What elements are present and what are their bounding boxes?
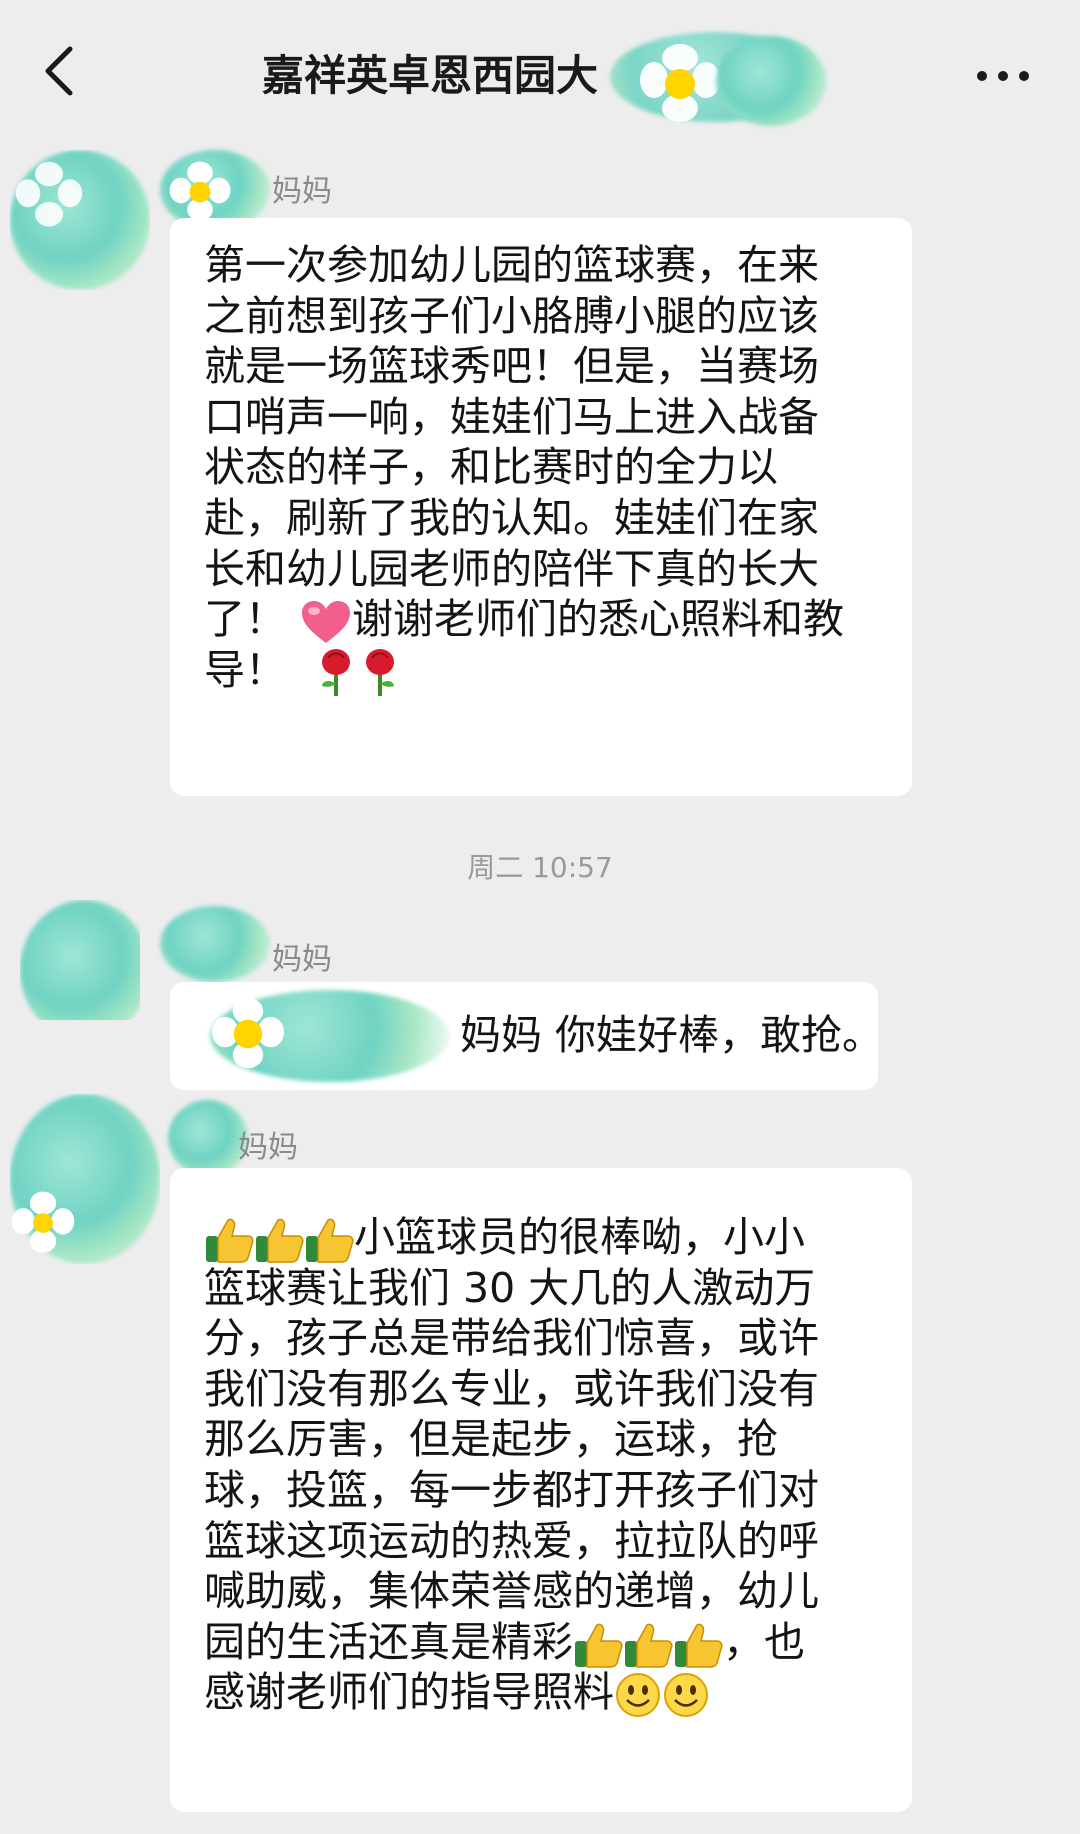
privacy-blur [160,906,270,982]
message-line: 长和幼儿园老师的陪伴下真的长大 [204,544,819,593]
thumbs-up-emoji [625,1623,673,1668]
thumbs-up-emoji [206,1218,254,1263]
privacy-blur [168,1100,248,1176]
message-line: 分，孩子总是带给我们惊喜，或许 [204,1314,819,1363]
message-line: 赴，刷新了我的认知。娃娃们在家 [204,493,819,542]
message-line-with-emoji: 感谢老师们的指导照料 [204,1667,880,1718]
message-line: 之前想到孩子们小胳膊小腿的应该 [204,291,819,340]
thumbs-up-emoji [256,1218,304,1263]
message-line: 篮球这项运动的热爱，拉拉队的呼 [204,1516,819,1565]
more-options-button[interactable] [968,56,1038,96]
message-line: 喊助威，集体荣誉感的递增，幼儿 [204,1567,819,1616]
privacy-flower-sticker [169,161,231,221]
thumbs-up-emoji [306,1218,354,1263]
avatar[interactable] [10,1094,160,1264]
message-line-with-emoji: 园的生活还真是精彩 ，也 [204,1617,880,1668]
privacy-flower-sticker [640,44,720,122]
message-text: 园的生活还真是精彩 [204,1617,573,1666]
chat-title: 嘉祥英卓恩西园大 [262,51,599,100]
rose-emoji [366,648,394,696]
message-text: 小篮球员的很棒呦，小小 [354,1213,805,1261]
smile-emoji [664,1673,708,1718]
smile-emoji [616,1673,660,1718]
message-text: 妈妈 你娃好棒，敢抢。 [460,1011,884,1059]
message-bubble[interactable]: 第一次参加幼儿园的篮球赛，在来 之前想到孩子们小胳膊小腿的应该 就是一场篮球秀吧… [170,218,912,796]
message-line: 第一次参加幼儿园的篮球赛，在来 [204,241,819,289]
avatar[interactable] [20,900,140,1020]
chat-header: 嘉祥英卓恩西园大 [0,0,1080,140]
message-timestamp: 周二 10:57 [467,851,613,884]
message-line: 篮球赛让我们 30 大几的人激动万 [204,1263,816,1312]
message-text: 谢谢老师们的悉心照料和教 [352,595,844,644]
back-button[interactable] [30,36,90,106]
message-text: 了！ [204,595,286,644]
avatar[interactable] [10,150,150,290]
sender-name: 妈妈 [272,942,332,977]
message-line-with-emoji: 小篮球员的很棒呦，小小 [204,1212,880,1263]
message-line: 就是一场篮球秀吧！但是，当赛场 [204,342,819,391]
message-text: ，也 [723,1617,805,1666]
message-line: 我们没有那么专业，或许我们没有 [204,1364,819,1413]
avatar-flower-sticker [11,1191,75,1253]
thumbs-up-emoji [675,1623,723,1668]
privacy-blur [716,36,826,126]
message-line-with-emoji: 了！ 谢谢老师们的悉心照料和教 [204,594,880,645]
privacy-flower-sticker [211,997,285,1069]
message-line: 状态的样子，和比赛时的全力以 [204,443,778,492]
message-text: 感谢老师们的指导照料 [204,1668,614,1717]
sender-name: 妈妈 [238,1130,298,1165]
chevron-left-icon [45,46,73,96]
message-line: 那么厉害，但是起步，运球，抢 [204,1415,778,1464]
avatar-flower-sticker [15,161,83,227]
message-line: 球，投篮，每一步都打开孩子们对 [204,1465,819,1514]
message-bubble[interactable]: 小篮球员的很棒呦，小小 篮球赛让我们 30 大几的人激动万 分，孩子总是带给我们… [170,1168,912,1812]
sender-name: 妈妈 [272,174,332,209]
message-bubble[interactable]: 妈妈 你娃好棒，敢抢。 [170,982,883,1090]
more-dots-icon [977,71,1029,81]
message-line: 口哨声一响，娃娃们马上进入战备 [204,392,819,441]
thumbs-up-emoji [575,1623,623,1668]
message-line-with-emoji: 导！ [204,645,880,696]
message-text: 导！ [204,645,286,694]
heart-emoji [302,601,350,644]
rose-emoji [322,648,350,696]
